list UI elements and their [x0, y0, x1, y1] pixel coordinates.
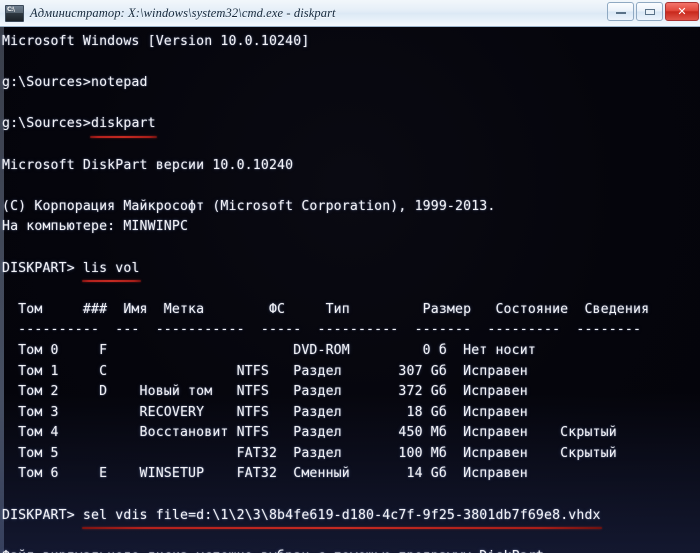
console-output-area[interactable]: Microsoft Windows [Version 10.0.10240] g… [0, 27, 700, 553]
console-line-text [2, 240, 10, 255]
console-line-notepad-prompt: g:\Sources>notepad [2, 73, 700, 94]
cmd-console-icon-glyph: C:\ [7, 5, 15, 13]
console-line-select-result: Файл виртуального диска успешно выбран с… [2, 547, 700, 553]
console-line-text: g:\Sources> [2, 116, 91, 132]
console-line-text: Том 2 D Новый том NTFS Раздел 372 Gб Исп… [2, 384, 528, 400]
console-line-text: Том ### Имя Метка ФС Тип Размер Состояни… [2, 301, 650, 317]
console-line-text: (C) Корпорация Майкрософт (Microsoft Cor… [2, 198, 496, 214]
console-line-text: Том 3 RECOVERY NTFS Раздел 18 Gб Исправе… [2, 404, 528, 420]
console-line-blank-6 [2, 279, 700, 300]
console-line-text [2, 281, 10, 296]
close-icon: ✕ [677, 5, 687, 18]
console-line-version: Microsoft Windows [Version 10.0.10240] [2, 32, 700, 53]
console-line-table-rule: ---------- --- ----------- ----- -------… [2, 320, 700, 341]
console-line-blank-2 [2, 94, 700, 115]
console-line-text: Том 1 C NTFS Раздел 307 Gб Исправен [2, 363, 528, 379]
console-line-blank-7 [2, 485, 700, 506]
console-line-lisvol-command: DISKPART> lis vol [2, 259, 700, 282]
console-line-blank-4 [2, 176, 700, 197]
console-line-text: Файл виртуального диска успешно выбран с… [2, 549, 552, 553]
console-line-text: Microsoft Windows [Version 10.0.10240] [2, 34, 310, 49]
console-line-text: Том 0 F DVD-ROM 0 б Нет носит [2, 342, 536, 358]
minimize-icon [615, 10, 626, 14]
console-line-volume-2: Том 2 D Новый том NTFS Раздел 372 Gб Исп… [2, 382, 700, 403]
maximize-icon [644, 8, 655, 15]
console-line-text [2, 487, 10, 502]
console-line-diskpart-prompt: g:\Sources>diskpart [2, 114, 700, 138]
red-underline-annotation: lis vol [81, 259, 141, 282]
console-line-volume-1: Том 1 C NTFS Раздел 307 Gб Исправен [2, 362, 700, 383]
console-line-text: DISKPART> [2, 260, 83, 276]
console-lines: Microsoft Windows [Version 10.0.10240] g… [0, 27, 700, 553]
cmd-window: C:\ Администратор: X:\windows\system32\c… [0, 0, 700, 553]
red-underline-annotation: diskpart [90, 114, 157, 138]
console-line-text: Microsoft DiskPart версии 10.0.10240 [2, 157, 294, 173]
console-line-selvdis-command: DISKPART> sel vdis file=d:\1\2\3\8b4fe61… [2, 506, 700, 529]
minimize-button[interactable] [607, 2, 634, 21]
console-line-text: На компьютере: MINWINPC [2, 219, 189, 235]
console-line-blank-8 [2, 526, 700, 547]
console-line-text [2, 137, 10, 152]
console-line-text: Том 6 E WINSETUP FAT32 Сменный 14 Gб Исп… [2, 466, 528, 482]
console-line-blank-1 [2, 53, 700, 74]
console-line-text [2, 55, 10, 70]
console-line-volume-4: Том 4 Восстановит NTFS Раздел 450 Mб Исп… [2, 423, 700, 444]
console-line-text [2, 96, 10, 111]
console-line-text: Том 5 FAT32 Раздел 100 Mб Исправен Скрыт… [2, 445, 617, 461]
console-line-blank-5 [2, 238, 700, 259]
console-line-text: DISKPART> [2, 507, 83, 523]
cmd-console-icon: C:\ [5, 4, 24, 22]
console-line-copyright: (C) Корпорация Майкрософт (Microsoft Cor… [2, 197, 700, 218]
maximize-button[interactable] [636, 2, 663, 21]
console-line-text: g:\Sources>notepad [2, 75, 148, 91]
console-line-volume-5: Том 5 FAT32 Раздел 100 Mб Исправен Скрыт… [2, 444, 700, 465]
console-line-computer: На компьютере: MINWINPC [2, 217, 700, 238]
console-line-volume-0: Том 0 F DVD-ROM 0 б Нет носит [2, 341, 700, 362]
console-line-diskpart-version: Microsoft DiskPart версии 10.0.10240 [2, 156, 700, 177]
console-line-volume-6: Том 6 E WINSETUP FAT32 Сменный 14 Gб Исп… [2, 464, 700, 485]
console-line-text [2, 528, 10, 543]
console-line-blank-3 [2, 135, 700, 156]
console-line-text: ---------- --- ----------- ----- -------… [2, 322, 642, 338]
red-underline-annotation: sel vdis file=d:\1\2\3\8b4fe619-d180-4c7… [81, 506, 602, 529]
console-line-text: Том 4 Восстановит NTFS Раздел 450 Mб Исп… [2, 425, 617, 441]
console-line-table-header: Том ### Имя Метка ФС Тип Размер Состояни… [2, 300, 700, 321]
console-line-volume-3: Том 3 RECOVERY NTFS Раздел 18 Gб Исправе… [2, 403, 700, 424]
close-button[interactable]: ✕ [665, 2, 699, 21]
window-controls: ✕ [607, 2, 699, 21]
console-line-text [2, 178, 10, 193]
window-title: Администратор: X:\windows\system32\cmd.e… [30, 5, 336, 20]
window-titlebar[interactable]: C:\ Администратор: X:\windows\system32\c… [0, 0, 700, 29]
